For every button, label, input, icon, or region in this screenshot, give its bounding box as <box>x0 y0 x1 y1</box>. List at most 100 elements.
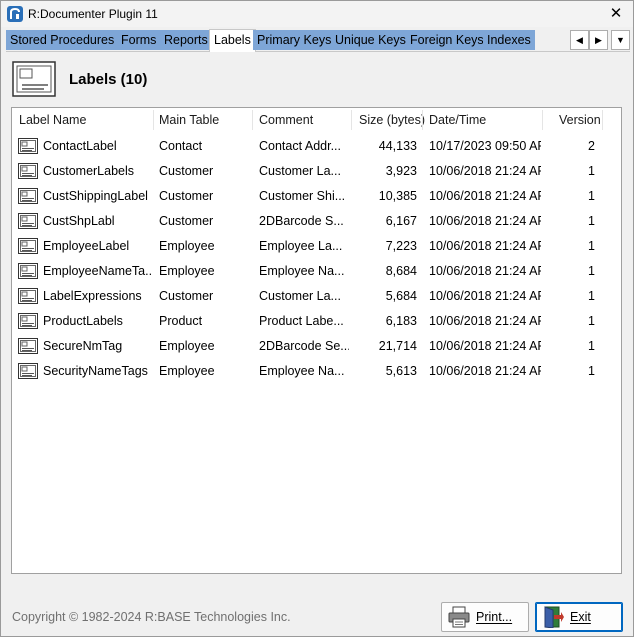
comment-cell: Customer La... <box>259 164 341 178</box>
print-button-label: Print... <box>476 610 513 624</box>
label-name-cell: SecureNmTag <box>43 339 123 353</box>
comment-cell: Employee Na... <box>259 364 345 378</box>
version-cell: 1 <box>588 314 595 328</box>
date-time-cell: 10/06/2018 21:24 AP <box>429 339 541 353</box>
table-row[interactable]: CustShpLabl Customer 2DBarcode S... 6,167 10… <box>12 209 602 234</box>
tab-forms[interactable]: Forms <box>117 30 162 50</box>
tab-primary-keys[interactable]: Primary Keys <box>253 30 337 50</box>
table-row[interactable]: EmployeeLabel Employee Employee La... 7,223… <box>12 234 602 259</box>
size-cell: 21,714 <box>378 339 417 353</box>
main-table-cell: Customer <box>159 164 214 178</box>
table-row[interactable]: LabelExpressions Customer Customer La... 5,… <box>12 284 602 309</box>
label-name-cell: CustShpLabl <box>43 214 115 228</box>
main-table-cell: Customer <box>159 289 214 303</box>
version-cell: 1 <box>588 164 595 178</box>
label-icon <box>18 213 38 229</box>
date-time-cell: 10/06/2018 21:24 AP <box>429 264 541 278</box>
main-table-cell: Employee <box>159 239 215 253</box>
version-cell: 1 <box>588 239 595 253</box>
table-row[interactable]: SecureNmTag Employee 2DBarcode Se... 21,714… <box>12 334 602 359</box>
column-separator[interactable] <box>252 110 253 130</box>
version-cell: 2 <box>588 139 595 153</box>
tab-scroll-right-button[interactable]: ▶ <box>589 30 608 50</box>
size-cell: 5,684 <box>385 289 417 303</box>
size-cell: 3,923 <box>385 164 417 178</box>
table-row[interactable]: CustomerLabels Customer Customer La... 3,92… <box>12 159 602 184</box>
label-icon <box>18 238 38 254</box>
label-icon <box>18 338 38 354</box>
label-name-cell: ProductLabels <box>43 314 123 328</box>
version-cell: 1 <box>588 214 595 228</box>
tab-labels[interactable]: Labels <box>209 29 256 52</box>
table-row[interactable]: SecurityNameTags Employee Employee Na... 5,… <box>12 359 602 384</box>
label-sheet-icon <box>12 61 56 97</box>
date-time-cell: 10/06/2018 21:24 AP <box>429 364 541 378</box>
column-separator[interactable] <box>602 110 603 130</box>
label-icon <box>18 313 38 329</box>
label-icon <box>18 163 38 179</box>
size-cell: 8,684 <box>385 264 417 278</box>
footer: Copyright © 1982-2024 R:BASE Technologie… <box>1 597 633 636</box>
comment-cell: 2DBarcode S... <box>259 214 344 228</box>
column-header-date-time[interactable]: Date/Time <box>429 108 486 132</box>
main-table-cell: Customer <box>159 189 214 203</box>
size-cell: 6,167 <box>385 214 417 228</box>
tab-strip: Stored Procedures Forms Reports Labels P… <box>6 29 630 52</box>
comment-cell: Contact Addr... <box>259 139 341 153</box>
label-name-cell: SecurityNameTags <box>43 364 148 378</box>
main-table-cell: Employee <box>159 364 215 378</box>
column-header-main-table[interactable]: Main Table <box>159 108 219 132</box>
label-name-cell: CustomerLabels <box>43 164 135 178</box>
exit-door-icon <box>544 606 564 628</box>
app-window: R:Documenter Plugin 11 ✕ Stored Procedur… <box>0 0 634 637</box>
size-cell: 6,183 <box>385 314 417 328</box>
column-separator[interactable] <box>153 110 154 130</box>
main-table-cell: Product <box>159 314 203 328</box>
column-separator[interactable] <box>422 110 423 130</box>
print-button[interactable]: Print... <box>441 602 529 632</box>
date-time-cell: 10/06/2018 21:24 AP <box>429 314 541 328</box>
table-row[interactable]: ProductLabels Product Product Labe... 6,183… <box>12 309 602 334</box>
version-cell: 1 <box>588 289 595 303</box>
labels-list[interactable]: Label Name Main Table Comment Size (byte… <box>11 107 622 574</box>
label-icon <box>18 138 38 154</box>
exit-button[interactable]: Exit <box>535 602 623 632</box>
tab-stored-procedures[interactable]: Stored Procedures <box>6 30 120 50</box>
main-table-cell: Employee <box>159 264 215 278</box>
size-cell: 10,385 <box>378 189 417 203</box>
column-header-size[interactable]: Size (bytes) <box>359 108 425 132</box>
tab-menu-button[interactable]: ▼ <box>611 30 630 50</box>
main-table-cell: Contact <box>159 139 203 153</box>
tab-reports[interactable]: Reports <box>160 30 213 50</box>
date-time-cell: 10/06/2018 21:24 AP <box>429 239 541 253</box>
column-separator[interactable] <box>351 110 352 130</box>
label-icon <box>18 263 38 279</box>
date-time-cell: 10/06/2018 21:24 AP <box>429 214 541 228</box>
window-title: R:Documenter Plugin 11 <box>28 7 158 21</box>
label-name-cell: ContactLabel <box>43 139 117 153</box>
comment-cell: Customer Shi... <box>259 189 346 203</box>
column-header-version[interactable]: Version <box>559 108 601 132</box>
table-row[interactable]: CustShippingLabel Customer Customer Shi...… <box>12 184 602 209</box>
date-time-cell: 10/06/2018 21:24 AP <box>429 189 541 203</box>
table-row[interactable]: ContactLabel Contact Contact Addr... 44,133… <box>12 134 602 159</box>
tab-unique-keys[interactable]: Unique Keys <box>331 30 411 50</box>
tab-foreign-keys[interactable]: Foreign Keys <box>406 30 489 50</box>
label-name-cell: EmployeeNameTa... <box>43 264 151 278</box>
column-header-label-name[interactable]: Label Name <box>19 108 86 132</box>
close-button[interactable]: ✕ <box>599 1 633 27</box>
copyright-text: Copyright © 1982-2024 R:BASE Technologie… <box>12 610 291 624</box>
comment-cell: Customer La... <box>259 289 341 303</box>
column-header-comment[interactable]: Comment <box>259 108 313 132</box>
version-cell: 1 <box>588 364 595 378</box>
column-separator[interactable] <box>542 110 543 130</box>
tab-scroll-left-button[interactable]: ◀ <box>570 30 589 50</box>
printer-icon <box>448 606 470 628</box>
label-name-cell: CustShippingLabel <box>43 189 148 203</box>
label-icon <box>18 288 38 304</box>
main-table-cell: Employee <box>159 339 215 353</box>
comment-cell: Employee La... <box>259 239 343 253</box>
label-name-cell: LabelExpressions <box>43 289 142 303</box>
table-row[interactable]: EmployeeNameTa... Employee Employee Na... 8… <box>12 259 602 284</box>
tab-indexes[interactable]: Indexes <box>483 30 536 50</box>
